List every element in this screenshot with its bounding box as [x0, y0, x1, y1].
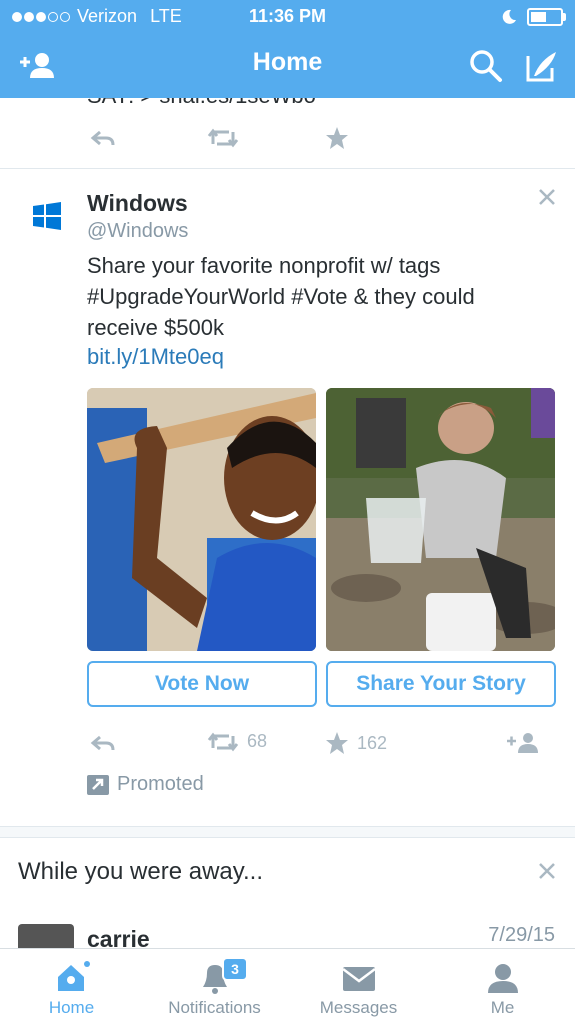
avatar[interactable]: [18, 924, 74, 948]
clock: 11:36 PM: [248, 6, 327, 26]
retweet-icon: [207, 732, 239, 751]
tab-notifications-label: Notifications: [168, 998, 261, 1017]
divider: [0, 168, 575, 169]
favorite-count: 162: [357, 732, 388, 753]
promoted-label: Promoted: [87, 773, 204, 796]
top-bar: Verizon LTE 11:36 PM Home: [0, 0, 575, 98]
windows-logo-icon: [33, 202, 61, 230]
retweet-icon[interactable]: [207, 128, 239, 148]
tweet-text: Share your favorite nonprofit w/ tags #U…: [87, 253, 475, 340]
tweet-author-name[interactable]: Windows: [87, 190, 188, 217]
reply-icon[interactable]: [90, 128, 116, 148]
reply-icon: [90, 735, 115, 751]
tweet-author-handle[interactable]: @Windows: [87, 220, 188, 243]
favorite-icon[interactable]: [325, 126, 349, 150]
profile-icon: [487, 964, 518, 993]
moon-icon: [502, 9, 516, 24]
tab-home[interactable]: Home: [0, 949, 143, 1025]
tweet-link[interactable]: bit.ly/1Mte0eq: [87, 344, 224, 370]
vote-now-button[interactable]: Vote Now: [87, 661, 317, 707]
tab-me[interactable]: Me: [431, 949, 574, 1025]
section-divider: [0, 826, 575, 838]
notification-badge: 3: [222, 957, 248, 981]
tab-messages-label: Messages: [319, 998, 398, 1017]
promoted-arrow-icon: [87, 774, 109, 795]
tab-notifications[interactable]: 3 Notifications: [143, 949, 286, 1025]
follow-icon[interactable]: [506, 731, 542, 755]
favorite-icon: [326, 732, 348, 754]
tab-me-label: Me: [490, 998, 515, 1017]
favorite-action[interactable]: 162: [325, 731, 387, 755]
tweet-photo-volunteer[interactable]: [326, 388, 555, 651]
compose-icon[interactable]: [522, 46, 562, 86]
dismiss-away-icon[interactable]: [538, 862, 556, 880]
envelope-icon: [341, 967, 376, 991]
reply-action[interactable]: [90, 733, 116, 753]
retweet-count: 68: [247, 731, 268, 751]
tab-messages[interactable]: Messages: [287, 949, 430, 1025]
status-bar: Verizon LTE 11:36 PM: [0, 6, 575, 28]
tab-bar: Home 3 Notifications Messages Me: [0, 948, 575, 1025]
promoted-text: Promoted: [117, 773, 204, 795]
tweet-photo-boy[interactable]: [87, 388, 316, 651]
search-icon[interactable]: [466, 46, 506, 86]
home-icon: [57, 961, 90, 991]
tab-home-label: Home: [48, 998, 95, 1017]
retweet-action[interactable]: 68: [207, 731, 267, 752]
close-icon[interactable]: [538, 188, 556, 206]
away-tweet-date: 7/29/15: [488, 924, 555, 946]
share-your-story-button[interactable]: Share Your Story: [326, 661, 556, 707]
battery-icon: [527, 8, 566, 26]
while-away-title: While you were away...: [18, 858, 263, 885]
